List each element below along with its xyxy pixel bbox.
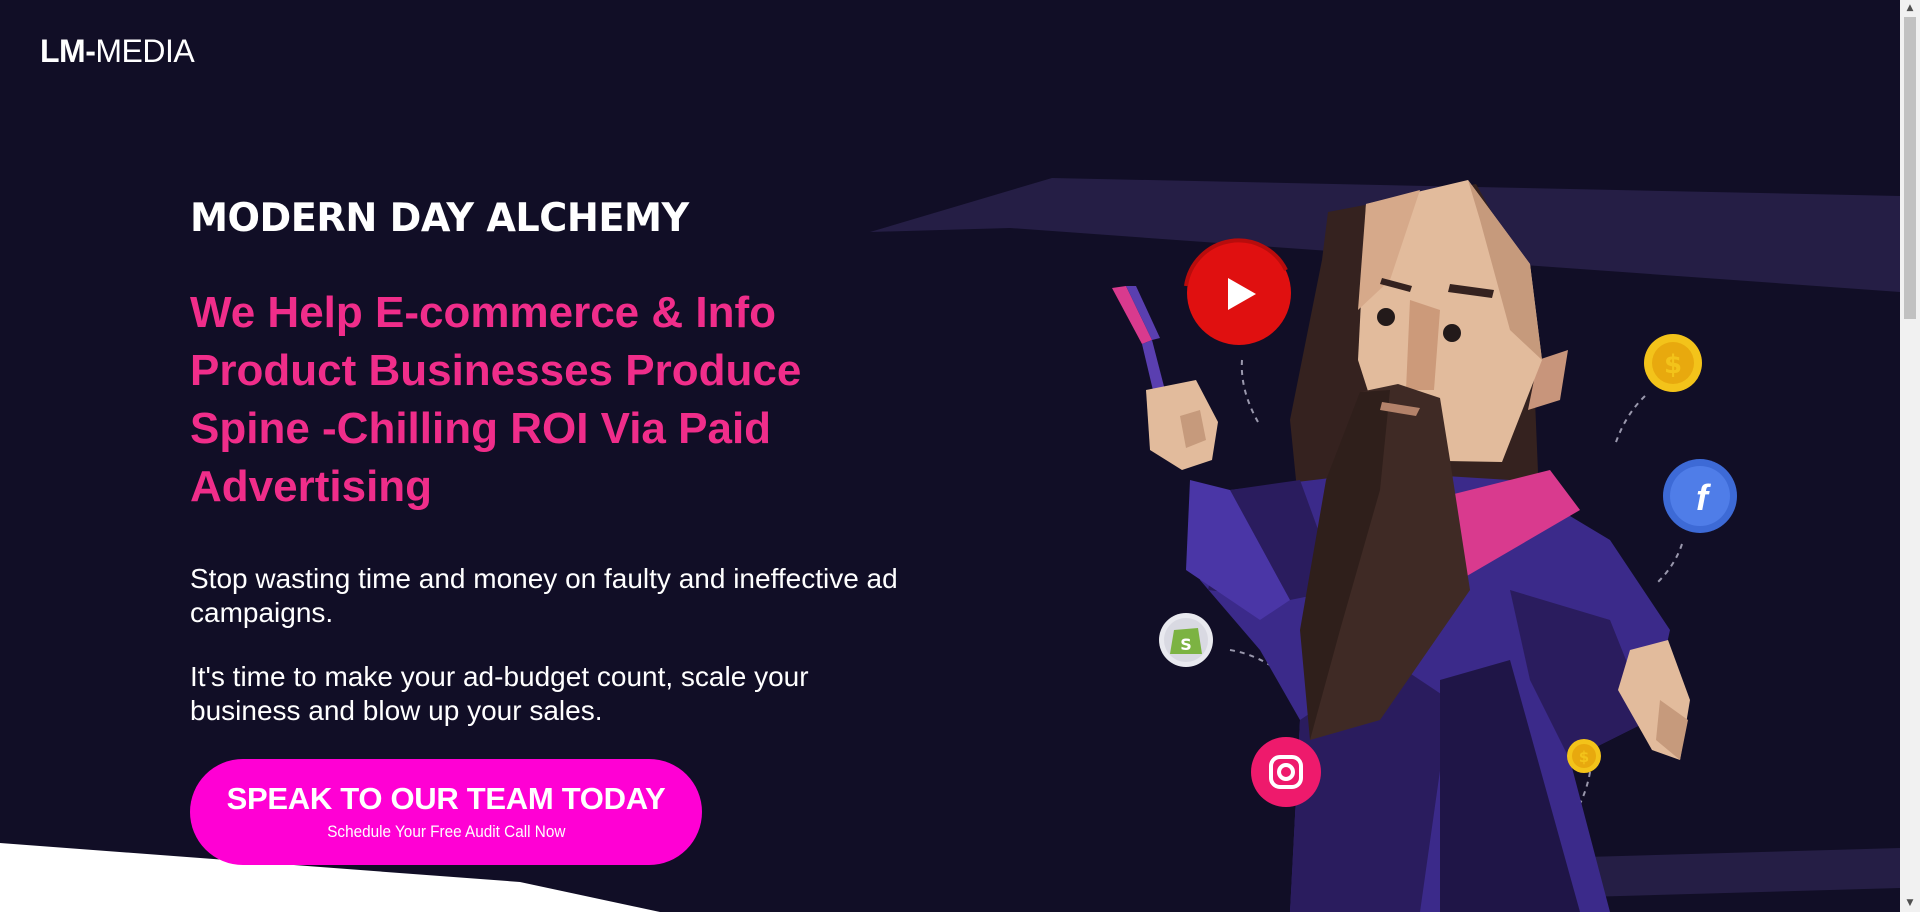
hero-paragraph-2: It's time to make your ad-budget count, …	[190, 661, 809, 726]
svg-text:$: $	[1664, 350, 1682, 380]
scroll-down-icon[interactable]: ▼	[1900, 895, 1920, 912]
page-scrollbar[interactable]: ▲ ▼	[1900, 0, 1920, 912]
cta-label: SPEAK TO OUR TEAM TODAY	[226, 781, 666, 816]
cta-sublabel: Schedule Your Free Audit Call Now	[326, 822, 566, 841]
instagram-icon	[1251, 737, 1321, 807]
svg-text:S: S	[1180, 635, 1192, 654]
hero-paragraph-1: Stop wasting time and money on faulty an…	[190, 563, 898, 628]
speak-to-team-button[interactable]: SPEAK TO OUR TEAM TODAY Schedule Your Fr…	[190, 759, 702, 865]
hero-headline: We Help E-commerce & Info Product Busine…	[190, 288, 802, 511]
svg-text:$: $	[1579, 748, 1589, 766]
coin-icon: $	[1567, 739, 1601, 773]
wizard-illustration: $ f S $	[1112, 180, 1737, 912]
shopify-icon: S	[1159, 613, 1213, 667]
landing-page: LM-MEDIA MODERN DAY ALCHEMY We Help E-co…	[0, 0, 1900, 912]
brand-logo[interactable]: LM-MEDIA	[40, 33, 195, 70]
scrollbar-thumb[interactable]	[1904, 17, 1916, 319]
youtube-icon	[1184, 238, 1291, 345]
hero-eyebrow: MODERN DAY ALCHEMY	[190, 196, 689, 241]
scroll-up-icon[interactable]: ▲	[1900, 0, 1920, 17]
facebook-icon: f	[1663, 459, 1737, 533]
coin-icon: $	[1644, 334, 1702, 392]
